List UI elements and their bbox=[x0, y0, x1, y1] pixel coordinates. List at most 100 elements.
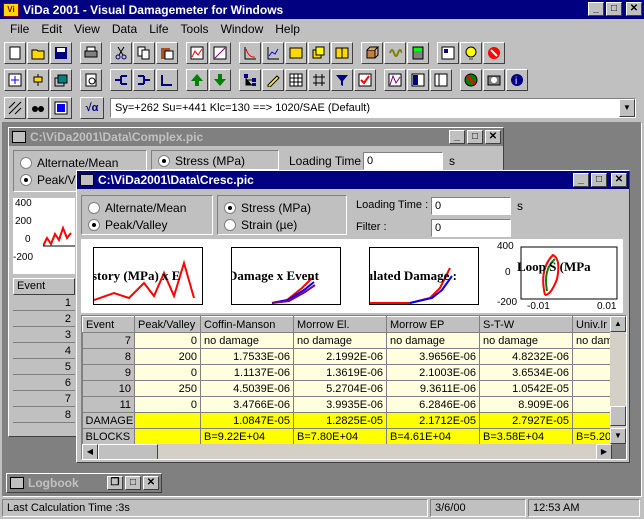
cell-peak[interactable]: 200 bbox=[134, 348, 201, 365]
cell-value[interactable] bbox=[572, 396, 613, 413]
event-row[interactable]: 6 bbox=[13, 375, 75, 391]
chart2-icon[interactable] bbox=[209, 42, 231, 64]
cell-peak[interactable]: 0 bbox=[134, 332, 201, 349]
maximize-button[interactable]: □ bbox=[606, 2, 622, 16]
blocks-value[interactable]: B=3.58E+04 bbox=[479, 428, 573, 445]
damage-value[interactable]: 1.0847E-05 bbox=[200, 412, 294, 429]
info-icon[interactable] bbox=[483, 42, 505, 64]
edit-icon[interactable] bbox=[262, 69, 284, 91]
cell-value[interactable]: 1.1137E-06 bbox=[200, 364, 294, 381]
cell-value[interactable]: 1.7533E-06 bbox=[200, 348, 294, 365]
cell-value[interactable]: 2.1992E-06 bbox=[293, 348, 387, 365]
scroll-up-icon[interactable]: ▲ bbox=[610, 316, 626, 332]
chart4-icon[interactable] bbox=[262, 42, 284, 64]
cell-value[interactable] bbox=[572, 364, 613, 381]
cresc-window[interactable]: C:\ViDa2001\Data\Cresc.pic _ □ ✕ Alterna… bbox=[76, 170, 630, 463]
menu-file[interactable]: File bbox=[4, 22, 35, 36]
chart3-icon[interactable] bbox=[239, 42, 261, 64]
damage-value[interactable]: 2.7927E-05 bbox=[479, 412, 573, 429]
radio-stress[interactable]: Stress (MPa) bbox=[224, 199, 340, 216]
cell-value[interactable]: 1.3619E-06 bbox=[293, 364, 387, 381]
radio-alternate-mean[interactable]: Alternate/Mean bbox=[20, 154, 140, 171]
event-row[interactable]: 1 bbox=[13, 295, 75, 311]
complex-titlebar[interactable]: C:\ViDa2001\Data\Complex.pic _ □ ✕ bbox=[9, 128, 503, 146]
scroll-left-icon[interactable]: ◀ bbox=[82, 444, 98, 459]
radio-peak-valley[interactable]: Peak/Valley bbox=[88, 216, 206, 233]
check-icon[interactable] bbox=[354, 69, 376, 91]
child-maximize-button[interactable]: □ bbox=[467, 130, 483, 144]
history-thumbnail[interactable]: story (MPa) x E bbox=[93, 247, 203, 305]
blocks-value[interactable]: B=4.61E+04 bbox=[386, 428, 480, 445]
child-minimize-button[interactable]: _ bbox=[449, 130, 465, 144]
material-select[interactable]: Sy=+262 Su=+441 Klc=130 ==> 1020/SAE (De… bbox=[110, 98, 636, 118]
cut-icon[interactable] bbox=[110, 42, 132, 64]
cell-value[interactable]: no damage bbox=[200, 332, 294, 349]
menu-edit[interactable]: Edit bbox=[35, 22, 68, 36]
child-close-button[interactable]: ✕ bbox=[485, 130, 501, 144]
cresc-titlebar[interactable]: C:\ViDa2001\Data\Cresc.pic _ □ ✕ bbox=[77, 171, 629, 189]
cell-value[interactable]: 3.4766E-06 bbox=[200, 396, 294, 413]
find-icon[interactable] bbox=[27, 97, 49, 119]
col-morrow-el[interactable]: Morrow El. bbox=[293, 316, 387, 333]
cell-value[interactable]: 6.2846E-06 bbox=[386, 396, 480, 413]
chevron-down-icon[interactable]: ▼ bbox=[619, 99, 635, 117]
col-peak-valley[interactable]: Peak/Valley bbox=[134, 316, 201, 333]
split-icon[interactable] bbox=[110, 69, 132, 91]
save-icon[interactable] bbox=[50, 42, 72, 64]
blocks-row[interactable]: BLOCKS B=9.22E+04 B=7.80E+04 B=4.61E+04 … bbox=[82, 428, 613, 445]
child-close-button[interactable]: ✕ bbox=[143, 476, 159, 490]
event-row[interactable]: 7 bbox=[13, 391, 75, 407]
child-close-button[interactable]: ✕ bbox=[611, 173, 627, 187]
cell-value[interactable]: 2.1003E-06 bbox=[386, 364, 480, 381]
sqrt-button[interactable]: √α bbox=[80, 97, 104, 119]
hash-icon[interactable] bbox=[308, 69, 330, 91]
table-row[interactable]: 8 200 1.7533E-06 2.1992E-06 3.9656E-06 4… bbox=[82, 348, 613, 365]
scroll-thumb[interactable] bbox=[610, 406, 626, 426]
table-row[interactable]: 11 0 3.4766E-06 3.9935E-06 6.2846E-06 8.… bbox=[82, 396, 613, 413]
new-icon[interactable] bbox=[4, 42, 26, 64]
menu-help[interactable]: Help bbox=[269, 22, 306, 36]
open-icon[interactable] bbox=[27, 42, 49, 64]
grid-vscrollbar[interactable]: ▲ ▼ bbox=[610, 316, 626, 444]
radio-strain[interactable]: Strain (µe) bbox=[224, 216, 340, 233]
minimize-button[interactable]: _ bbox=[588, 2, 604, 16]
loop-thumbnail[interactable]: 400 0 -200 -0.01 0.01 Loop S (MPa bbox=[497, 239, 621, 313]
damage-value[interactable]: 1.2825E-05 bbox=[293, 412, 387, 429]
damage-value[interactable] bbox=[572, 412, 613, 429]
calc-material-icon[interactable] bbox=[50, 97, 72, 119]
layers-icon[interactable] bbox=[308, 42, 330, 64]
settings-icon[interactable] bbox=[437, 42, 459, 64]
cell-peak[interactable]: 250 bbox=[134, 380, 201, 397]
menu-view[interactable]: View bbox=[68, 22, 106, 36]
ep-icon[interactable] bbox=[407, 69, 429, 91]
tree-icon[interactable] bbox=[239, 69, 261, 91]
wave-icon[interactable] bbox=[384, 42, 406, 64]
child-restore-button[interactable]: ❐ bbox=[107, 476, 123, 490]
col-coffin-manson[interactable]: Coffin-Manson bbox=[200, 316, 294, 333]
tip-icon[interactable] bbox=[460, 42, 482, 64]
calc-icon[interactable] bbox=[407, 42, 429, 64]
table-row[interactable]: 7 0 no damage no damage no damage no dam… bbox=[82, 332, 613, 349]
process-icon[interactable] bbox=[27, 69, 49, 91]
damage-thumbnail[interactable]: Damage x Event bbox=[231, 247, 341, 305]
grid-icon[interactable] bbox=[4, 97, 26, 119]
cell-value[interactable]: no dam bbox=[572, 332, 613, 349]
wave2-icon[interactable] bbox=[384, 69, 406, 91]
cell-value[interactable]: 9.3611E-06 bbox=[386, 380, 480, 397]
chart-icon[interactable] bbox=[186, 42, 208, 64]
accumulated-thumbnail[interactable]: ulated Damage : bbox=[369, 247, 479, 305]
cell-value[interactable] bbox=[572, 348, 613, 365]
loading-time-input[interactable]: 0 bbox=[431, 197, 511, 215]
blocks-value[interactable]: B=9.22E+04 bbox=[200, 428, 294, 445]
col-univ[interactable]: Univ.Ir bbox=[572, 316, 613, 333]
logbook-titlebar[interactable]: Logbook ❐ □ ✕ bbox=[7, 474, 161, 492]
cell-value[interactable]: no damage bbox=[386, 332, 480, 349]
cell-value[interactable]: 5.2704E-06 bbox=[293, 380, 387, 397]
stack-icon[interactable] bbox=[50, 69, 72, 91]
cell-value[interactable]: 8.909E-06 bbox=[479, 396, 573, 413]
hscroll-thumb[interactable] bbox=[98, 444, 158, 459]
table-icon[interactable] bbox=[285, 69, 307, 91]
col-event[interactable]: Event bbox=[82, 316, 135, 333]
cell-value[interactable]: 1.0542E-05 bbox=[479, 380, 573, 397]
table-row[interactable]: 10 250 4.5039E-06 5.2704E-06 9.3611E-06 … bbox=[82, 380, 613, 397]
